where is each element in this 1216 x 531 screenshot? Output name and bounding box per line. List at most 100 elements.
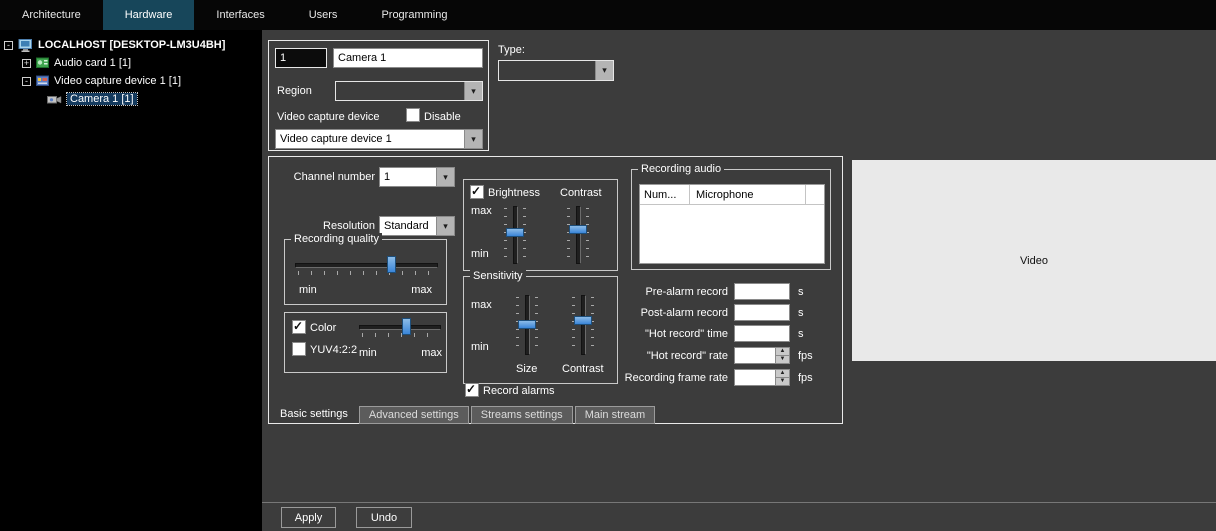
channel-number-select[interactable]: 1 ▾	[379, 167, 455, 187]
tab-streams-settings[interactable]: Streams settings	[471, 406, 573, 424]
pre-alarm-record-label: Pre-alarm record	[569, 286, 728, 298]
brightness-contrast-group: ✓ Brightness Contrast max min	[463, 179, 618, 271]
tree-item-audio-card[interactable]: + Audio card 1 [1]	[0, 54, 262, 72]
post-alarm-record-input[interactable]	[734, 304, 790, 321]
slider-handle[interactable]	[387, 256, 396, 273]
video-capture-device-select-value: Video capture device 1	[276, 130, 464, 148]
device-tree: - LOCALHOST [DESKTOP-LM3U4BH] + Audio ca…	[0, 30, 262, 531]
brightness-slider[interactable]	[504, 204, 526, 266]
device-identity-panel: 1 Camera 1 Region ▾ Video capture device…	[268, 40, 489, 151]
min-label: min	[471, 248, 489, 260]
spinner-buttons: ▲▼	[775, 348, 789, 363]
record-alarms-checkbox[interactable]: ✓	[465, 383, 479, 397]
nav-item-architecture[interactable]: Architecture	[0, 0, 103, 30]
slider-track	[576, 206, 581, 264]
settings-tab-bar: Basic settings Advanced settings Streams…	[271, 406, 655, 424]
nav-item-programming[interactable]: Programming	[359, 0, 469, 30]
max-label: max	[471, 299, 492, 311]
device-name-field[interactable]: Camera 1	[333, 48, 483, 68]
brightness-checkbox[interactable]: ✓	[470, 185, 484, 199]
app-window: Architecture Hardware Interfaces Users P…	[0, 0, 1216, 531]
audio-card-icon	[36, 57, 49, 69]
slider-ticks	[572, 297, 575, 353]
slider-ticks	[591, 297, 594, 353]
resolution-select[interactable]: Standard ▾	[379, 216, 455, 236]
hot-record-rate-input[interactable]: ▲▼	[734, 347, 790, 364]
spin-down-icon[interactable]: ▼	[776, 378, 789, 385]
nav-item-users[interactable]: Users	[287, 0, 360, 30]
recording-audio-table[interactable]: Num... Microphone	[639, 184, 825, 264]
recording-quality-group: Recording quality min max	[284, 239, 447, 305]
type-label: Type:	[498, 44, 525, 56]
field-value	[735, 348, 775, 363]
chevron-down-icon[interactable]: ▾	[436, 168, 454, 186]
contrast-label: Contrast	[560, 187, 602, 199]
min-label: min	[359, 347, 377, 359]
top-nav: Architecture Hardware Interfaces Users P…	[0, 0, 1216, 30]
recording-frame-rate-input[interactable]: ▲▼	[734, 369, 790, 386]
chevron-down-icon[interactable]: ▾	[464, 130, 482, 148]
color-slider[interactable]	[357, 318, 443, 340]
slider-handle[interactable]	[518, 320, 536, 329]
device-id-field[interactable]: 1	[275, 48, 327, 68]
checkmark-icon: ✓	[471, 184, 481, 198]
recording-frame-rate-label: Recording frame rate	[569, 372, 728, 384]
apply-button[interactable]: Apply	[281, 507, 336, 528]
checkmark-icon: ✓	[293, 319, 303, 333]
tree-item-video-capture-device[interactable]: - Video capture device 1 [1]	[0, 72, 262, 90]
sensitivity-title: Sensitivity	[470, 270, 526, 282]
collapse-toggle-icon[interactable]: -	[22, 77, 31, 86]
audio-table-header: Num... Microphone	[640, 185, 824, 205]
checkmark-icon: ✓	[466, 382, 476, 396]
recording-quality-slider[interactable]	[293, 256, 440, 278]
channel-number-value: 1	[380, 168, 436, 186]
slider-handle[interactable]	[569, 225, 587, 234]
disable-label: Disable	[424, 111, 461, 123]
pre-alarm-record-input[interactable]	[734, 283, 790, 300]
video-preview: Video	[852, 160, 1216, 361]
expand-toggle-icon[interactable]: +	[22, 59, 31, 68]
tab-main-stream[interactable]: Main stream	[575, 406, 656, 424]
seconds-unit-label: s	[798, 328, 804, 340]
max-label: max	[421, 347, 442, 359]
slider-track	[581, 295, 586, 355]
slider-ticks	[362, 333, 438, 337]
recording-audio-group: Recording audio Num... Microphone	[631, 169, 831, 270]
nav-item-interfaces[interactable]: Interfaces	[194, 0, 286, 30]
chevron-down-icon[interactable]: ▾	[464, 82, 482, 100]
video-capture-device-label: Video capture device	[277, 111, 380, 123]
tab-basic-settings[interactable]: Basic settings	[271, 406, 357, 424]
sensitivity-contrast-slider[interactable]	[572, 293, 594, 357]
type-select[interactable]: ▾	[498, 60, 614, 81]
hot-record-time-input[interactable]	[734, 325, 790, 342]
contrast-slider[interactable]	[567, 204, 589, 266]
spinner-buttons: ▲▼	[775, 370, 789, 385]
yuv-label: YUV4:2:2	[310, 344, 357, 356]
sensitivity-size-slider[interactable]	[516, 293, 538, 357]
region-select[interactable]: ▾	[335, 81, 483, 101]
chevron-down-icon[interactable]: ▾	[436, 217, 454, 235]
yuv-checkbox[interactable]	[292, 342, 306, 356]
slider-handle[interactable]	[506, 228, 524, 237]
channel-number-label: Channel number	[269, 171, 375, 183]
video-preview-label: Video	[1020, 255, 1048, 267]
seconds-unit-label: s	[798, 307, 804, 319]
spin-up-icon[interactable]: ▲	[776, 370, 789, 378]
nav-item-hardware[interactable]: Hardware	[103, 0, 195, 30]
spin-down-icon[interactable]: ▼	[776, 356, 789, 363]
field-value	[735, 326, 789, 341]
color-checkbox[interactable]: ✓	[292, 320, 306, 334]
tree-item-camera[interactable]: Camera 1 [1]	[0, 90, 262, 108]
disable-checkbox[interactable]	[406, 108, 420, 122]
video-capture-device-select[interactable]: Video capture device 1 ▾	[275, 129, 483, 149]
collapse-toggle-icon[interactable]: -	[4, 41, 13, 50]
field-value	[735, 305, 789, 320]
tab-advanced-settings[interactable]: Advanced settings	[359, 406, 469, 424]
chevron-down-icon[interactable]: ▾	[595, 61, 613, 80]
undo-button[interactable]: Undo	[356, 507, 412, 528]
slider-ticks	[586, 208, 589, 262]
slider-ticks	[298, 271, 435, 275]
slider-handle[interactable]	[402, 318, 411, 335]
tree-item-localhost[interactable]: - LOCALHOST [DESKTOP-LM3U4BH]	[0, 36, 262, 54]
spin-up-icon[interactable]: ▲	[776, 348, 789, 356]
